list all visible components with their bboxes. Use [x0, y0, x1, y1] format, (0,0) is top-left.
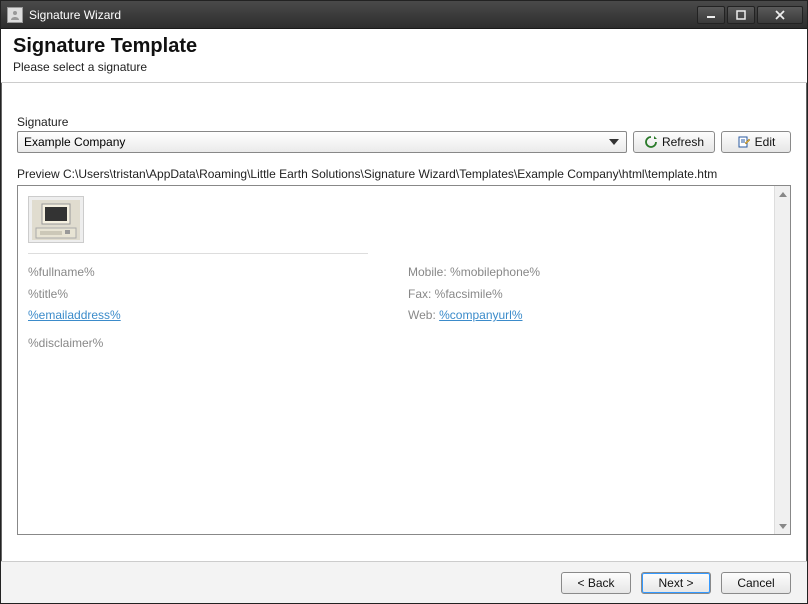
field-disclaimer: %disclaimer% — [28, 333, 368, 355]
preview-content: %fullname% %title% %emailaddress% %discl… — [18, 186, 790, 364]
signature-row: Example Company Refresh Edit — [17, 131, 791, 153]
preview-scrollbar[interactable] — [774, 186, 790, 534]
field-web: Web: %companyurl% — [408, 305, 540, 327]
window-controls — [697, 6, 803, 24]
preview-left-column: %fullname% %title% %emailaddress% %discl… — [28, 262, 368, 354]
scroll-up-icon[interactable] — [775, 186, 791, 202]
signature-label: Signature — [17, 115, 791, 129]
refresh-icon — [644, 135, 658, 149]
edit-button[interactable]: Edit — [721, 131, 791, 153]
page-subtitle: Please select a signature — [13, 60, 795, 74]
wizard-header: Signature Template Please select a signa… — [1, 29, 807, 83]
field-title: %title% — [28, 284, 368, 306]
back-button[interactable]: < Back — [561, 572, 631, 594]
signature-selected-value: Example Company — [24, 135, 125, 149]
field-fax: Fax: %facsimile% — [408, 284, 540, 306]
titlebar: Signature Wizard — [1, 1, 807, 29]
preview-right-column: Mobile: %mobilephone% Fax: %facsimile% W… — [408, 262, 540, 354]
refresh-label: Refresh — [662, 135, 704, 149]
divider — [28, 253, 368, 254]
edit-label: Edit — [755, 135, 776, 149]
app-window: Signature Wizard Signature Template Plea… — [0, 0, 808, 604]
field-fullname: %fullname% — [28, 262, 368, 284]
preview-label: Preview C:\Users\tristan\AppData\Roaming… — [17, 167, 791, 181]
maximize-button[interactable] — [727, 6, 755, 24]
field-email-link[interactable]: %emailaddress% — [28, 308, 121, 322]
next-button[interactable]: Next > — [641, 572, 711, 594]
page-title: Signature Template — [13, 35, 795, 58]
preview-pane: %fullname% %title% %emailaddress% %discl… — [17, 185, 791, 535]
close-button[interactable] — [757, 6, 803, 24]
signature-image-placeholder — [28, 196, 84, 243]
scroll-down-icon[interactable] — [775, 518, 791, 534]
cancel-button[interactable]: Cancel — [721, 572, 791, 594]
wizard-footer: < Back Next > Cancel — [1, 561, 807, 603]
minimize-button[interactable] — [697, 6, 725, 24]
app-icon — [7, 7, 23, 23]
refresh-button[interactable]: Refresh — [633, 131, 715, 153]
window-title: Signature Wizard — [29, 8, 697, 22]
signature-select[interactable]: Example Company — [17, 131, 627, 153]
preview-path: C:\Users\tristan\AppData\Roaming\Little … — [63, 167, 717, 181]
wizard-body: Signature Example Company Refresh Edit — [1, 83, 807, 545]
field-mobile: Mobile: %mobilephone% — [408, 262, 540, 284]
edit-icon — [737, 135, 751, 149]
chevron-down-icon — [606, 135, 622, 149]
field-web-link[interactable]: %companyurl% — [439, 308, 522, 322]
